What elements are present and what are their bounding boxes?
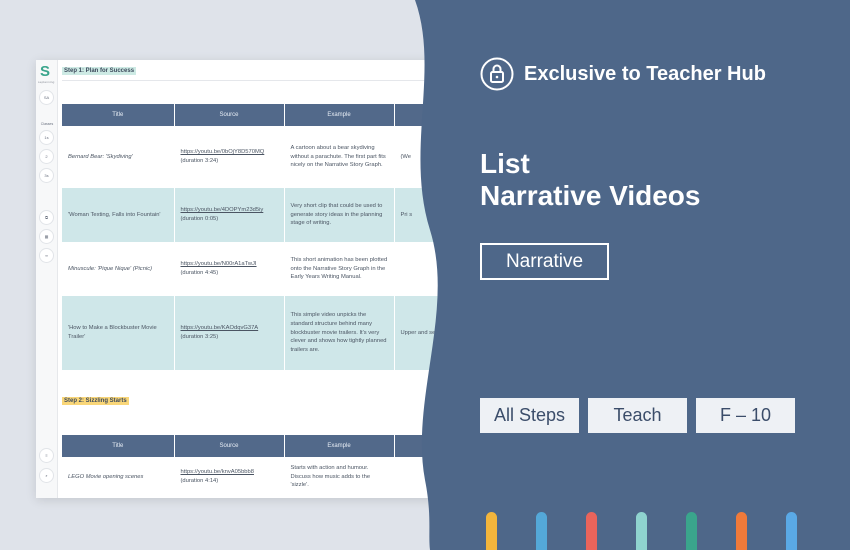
pencil-decoration bbox=[486, 512, 497, 550]
video-target: Upper and se bbox=[394, 296, 466, 370]
tag-all-steps[interactable]: All Steps bbox=[480, 398, 579, 433]
step-1-heading: Step 1: Plan for Success bbox=[62, 67, 137, 75]
pencil-decoration bbox=[636, 512, 647, 550]
step-2-heading: Step 2: Sizzling Starts bbox=[62, 397, 129, 405]
video-target: Pri s bbox=[394, 188, 466, 242]
video-target bbox=[394, 242, 466, 296]
video-example: Very short clip that could be used to ge… bbox=[284, 188, 395, 242]
videos-table-step-2: Title Source Example Target A LEGO Movie… bbox=[62, 435, 466, 497]
videos-table-step-1: Title Source Example Target Bernard Bear… bbox=[62, 104, 466, 370]
video-link[interactable]: https://youtu.be/0bOjY8D570MQ bbox=[181, 149, 265, 155]
video-source: https://youtu.be/knvA05bbb8 (duration 4:1… bbox=[174, 457, 285, 497]
page-title: Narrative Videos bbox=[480, 180, 701, 211]
table-row: 'How to Make a Blockbuster Movie Trailer… bbox=[62, 296, 466, 370]
app-logo: S bbox=[40, 63, 51, 80]
pencil-decoration bbox=[736, 512, 747, 550]
class-button-2[interactable]: 2 bbox=[39, 149, 54, 164]
video-duration: (duration 4:14) bbox=[180, 478, 219, 484]
calendar-icon[interactable]: ▦ bbox=[39, 229, 54, 244]
video-link[interactable]: https://youtu.be/4DOPYm23d5iy bbox=[181, 207, 264, 213]
video-duration: (duration 0:05) bbox=[180, 216, 219, 222]
content-type-label: List bbox=[480, 148, 530, 179]
user-avatar[interactable]: SA bbox=[39, 90, 54, 105]
tag-year-range[interactable]: F – 10 bbox=[696, 398, 795, 433]
video-duration: (duration 3:24) bbox=[180, 158, 219, 164]
app-logo-subtitle: seplanning bbox=[38, 80, 55, 84]
video-link[interactable]: https://youtu.be/KAOdqvG37A bbox=[181, 325, 259, 331]
class-button-1[interactable]: 1s bbox=[39, 130, 54, 145]
menu-icon[interactable]: ≡ bbox=[39, 448, 54, 463]
video-title: 'How to Make a Blockbuster Movie Trailer… bbox=[62, 296, 175, 370]
column-header-source: Source bbox=[174, 104, 285, 126]
video-target: (We bbox=[394, 126, 466, 188]
video-duration: (duration 3:25) bbox=[180, 334, 219, 340]
exclusive-badge-label: Exclusive to Teacher Hub bbox=[524, 62, 766, 85]
video-title: 'Woman Texting, Falls into Fountain' bbox=[62, 188, 175, 242]
video-link[interactable]: https://youtu.be/knvA05bbb8 bbox=[181, 469, 254, 475]
pencil-decoration bbox=[536, 512, 547, 550]
category-tag[interactable]: Narrative bbox=[480, 243, 609, 280]
video-source: https://youtu.be/KAOdqvG37A (duration 3:2… bbox=[174, 296, 285, 370]
video-duration: (duration 4:45) bbox=[180, 270, 219, 276]
column-header-example: Example bbox=[284, 435, 395, 457]
link-icon[interactable]: ∞ bbox=[39, 248, 54, 263]
video-source: https://youtu.be/0bOjY8D570MQ (duration 3… bbox=[174, 126, 285, 188]
video-title: Minuscule: 'Pique Nique' (Picnic) bbox=[62, 242, 175, 296]
exclusive-badge: Exclusive to Teacher Hub bbox=[480, 57, 766, 91]
table-header-row: Title Source Example Target A bbox=[62, 435, 466, 457]
column-header-target: Target bbox=[394, 104, 466, 126]
table-row: 'Woman Texting, Falls into Fountain' htt… bbox=[62, 188, 466, 242]
lock-icon bbox=[480, 57, 514, 91]
table-row: Minuscule: 'Pique Nique' (Picnic) https:… bbox=[62, 242, 466, 296]
video-source: https://youtu.be/N00rA1aTwJI (duration 4:… bbox=[174, 242, 285, 296]
tag-teach[interactable]: Teach bbox=[588, 398, 687, 433]
class-button-3[interactable]: 3s bbox=[39, 168, 54, 183]
video-example: This simple video unpicks the standard s… bbox=[284, 296, 395, 370]
classes-label: Classes bbox=[40, 122, 54, 126]
video-source: https://youtu.be/4DOPYm23d5iy (duration 0… bbox=[174, 188, 285, 242]
table-header-row: Title Source Example Target bbox=[62, 104, 466, 126]
video-link[interactable]: https://youtu.be/N00rA1aTwJI bbox=[181, 261, 257, 267]
video-title: LEGO Movie opening scenes bbox=[62, 457, 175, 497]
pencil-decoration bbox=[786, 512, 797, 550]
column-header-title: Title bbox=[62, 104, 175, 126]
search-icon[interactable]: ⌕ bbox=[39, 468, 54, 483]
column-header-title: Title bbox=[62, 435, 175, 457]
document-preview: S seplanning SA Classes 1s 2 3s ⧉ ▦ ∞ ≡ … bbox=[36, 60, 466, 498]
pencil-decoration bbox=[586, 512, 597, 550]
table-row: LEGO Movie opening scenes https://youtu.… bbox=[62, 457, 466, 497]
video-target bbox=[394, 457, 466, 497]
video-example: A cartoon about a bear skydiving without… bbox=[284, 126, 395, 188]
video-example: This short animation has been plotted on… bbox=[284, 242, 395, 296]
pencil-decoration bbox=[686, 512, 697, 550]
column-header-example: Example bbox=[284, 104, 395, 126]
table-row: Bernard Bear: 'Skydiving' https://youtu.… bbox=[62, 126, 466, 188]
copy-icon[interactable]: ⧉ bbox=[39, 210, 54, 225]
divider bbox=[62, 80, 466, 81]
video-example: Starts with action and humour. Discuss h… bbox=[284, 457, 395, 497]
column-header-source: Source bbox=[174, 435, 285, 457]
column-header-target: Target A bbox=[394, 435, 466, 457]
app-sidebar: S seplanning SA Classes 1s 2 3s ⧉ ▦ ∞ ≡ … bbox=[36, 60, 58, 498]
video-title: Bernard Bear: 'Skydiving' bbox=[62, 126, 175, 188]
